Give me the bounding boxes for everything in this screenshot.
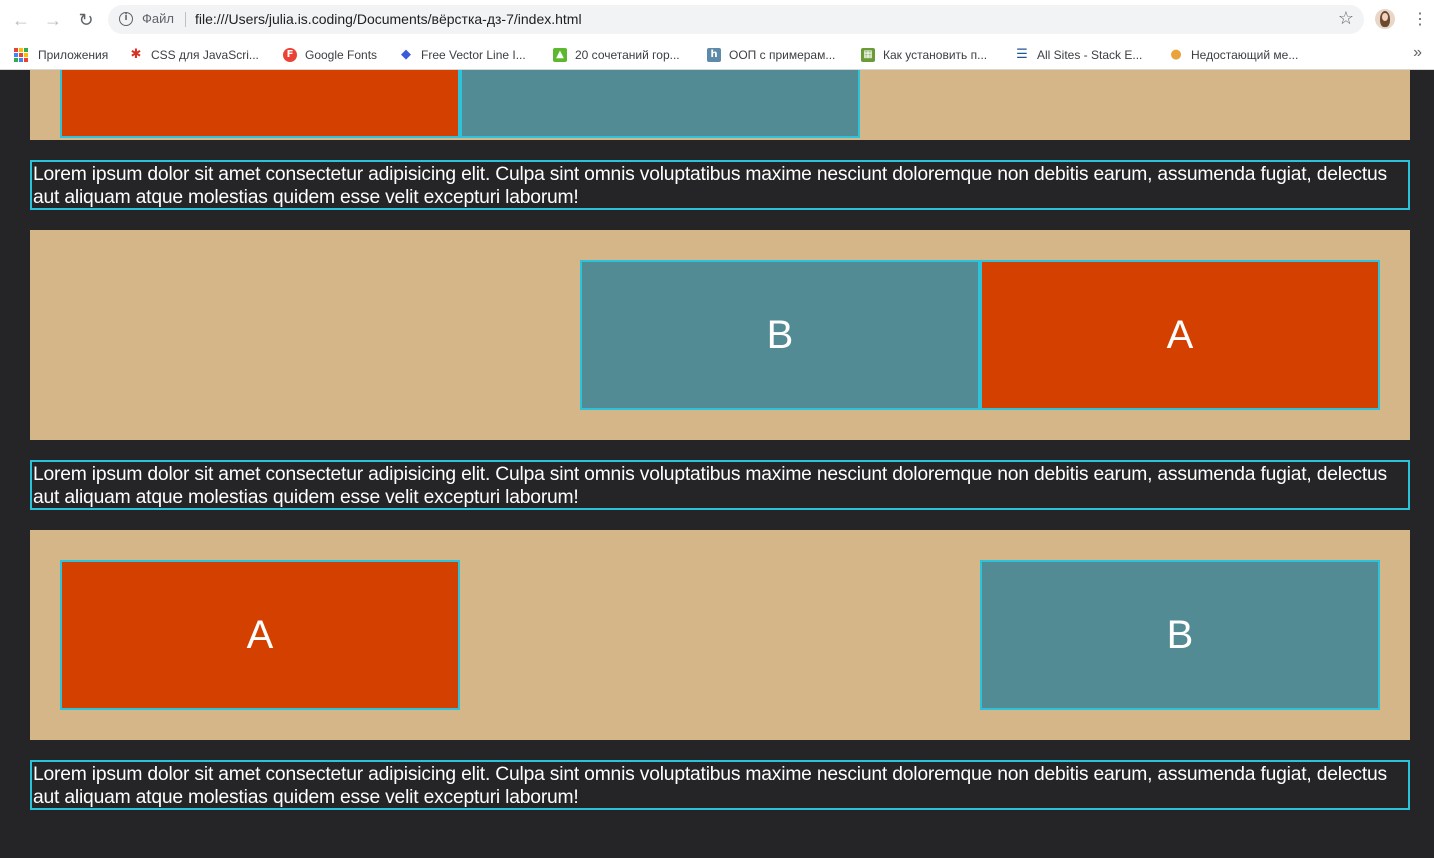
bookmark-label: Приложения [38,48,109,62]
bookmark-oop-examples[interactable]: h ООП с примерам... [707,44,835,66]
flex-container-1 [30,70,1410,140]
lightbulb-icon: ● [1170,47,1182,62]
bookmark-label: Free Vector Line I... [421,48,526,62]
reload-icon[interactable]: ↻ [76,10,96,30]
lorem-paragraph-3: Lorem ipsum dolor sit amet consectetur a… [30,760,1410,810]
bookmark-free-vector[interactable]: ◆ Free Vector Line I... [399,44,526,66]
bookmark-css-for-js[interactable]: ✱ CSS для JavaScri... [129,44,259,66]
box-a: A [980,260,1380,410]
bookmark-label: Google Fonts [305,48,378,62]
page-viewport: Lorem ipsum dolor sit amet consectetur a… [0,70,1434,858]
bookmark-label: Недостающий ме... [1191,48,1299,62]
google-fonts-icon: F [283,48,297,62]
arrow-forward-icon[interactable]: → [43,10,63,30]
kebab-menu-icon[interactable]: ⋮ [1412,10,1428,30]
box-b [460,70,860,138]
green-figure-icon: ▲ [553,48,567,62]
bookmark-label: 20 сочетаний гор... [575,48,680,62]
apps-grid-icon [14,48,28,62]
box-a [60,70,460,138]
lorem-paragraph-2: Lorem ipsum dolor sit amet consectetur a… [30,460,1410,510]
bookmarks-bar: Приложения ✱ CSS для JavaScri... F Googl… [0,40,1434,70]
bookmark-how-to-install[interactable]: ▦ Как установить п... [861,44,987,66]
bookmark-label: ООП с примерам... [729,48,836,62]
diamond-icon: ◆ [401,47,411,62]
box-a: A [60,560,460,710]
arrow-back-icon[interactable]: ← [11,10,31,30]
bookmark-apps[interactable]: Приложения [14,44,108,66]
lorem-paragraph-1: Lorem ipsum dolor sit amet consectetur a… [30,160,1410,210]
star-icon[interactable]: ☆ [1338,8,1354,29]
box-b: B [980,560,1380,710]
box-b: B [580,260,980,410]
flex-container-3: A B [30,530,1410,740]
bookmark-label: Как установить п... [883,48,988,62]
chevron-double-right-icon[interactable]: » [1413,44,1422,62]
bookmark-stack-exchange[interactable]: ☰ All Sites - Stack E... [1015,44,1142,66]
scheme-label: Файл [142,11,174,26]
habr-icon: h [707,48,721,62]
bookmark-google-fonts[interactable]: F Google Fonts [283,44,377,66]
figure-icon: ✱ [130,47,142,62]
bookmark-label: CSS для JavaScri... [151,48,259,62]
info-icon[interactable]: i [119,12,133,26]
profile-avatar[interactable] [1375,9,1395,29]
bookmark-label: All Sites - Stack E... [1037,48,1143,62]
bookmark-missing-manual[interactable]: ● Недостающий ме... [1169,44,1298,66]
book-icon: ▦ [861,48,875,62]
url-text[interactable]: file:///Users/julia.is.coding/Documents/… [195,11,582,27]
flex-container-2: B A [30,230,1410,440]
bookmark-color-combos[interactable]: ▲ 20 сочетаний гор... [553,44,680,66]
omnibox-divider [185,12,186,27]
address-bar[interactable]: i Файл file:///Users/julia.is.coding/Doc… [108,5,1364,34]
stack-exchange-icon: ☰ [1016,47,1028,62]
browser-toolbar: ← → ↻ i Файл file:///Users/julia.is.codi… [0,0,1434,40]
